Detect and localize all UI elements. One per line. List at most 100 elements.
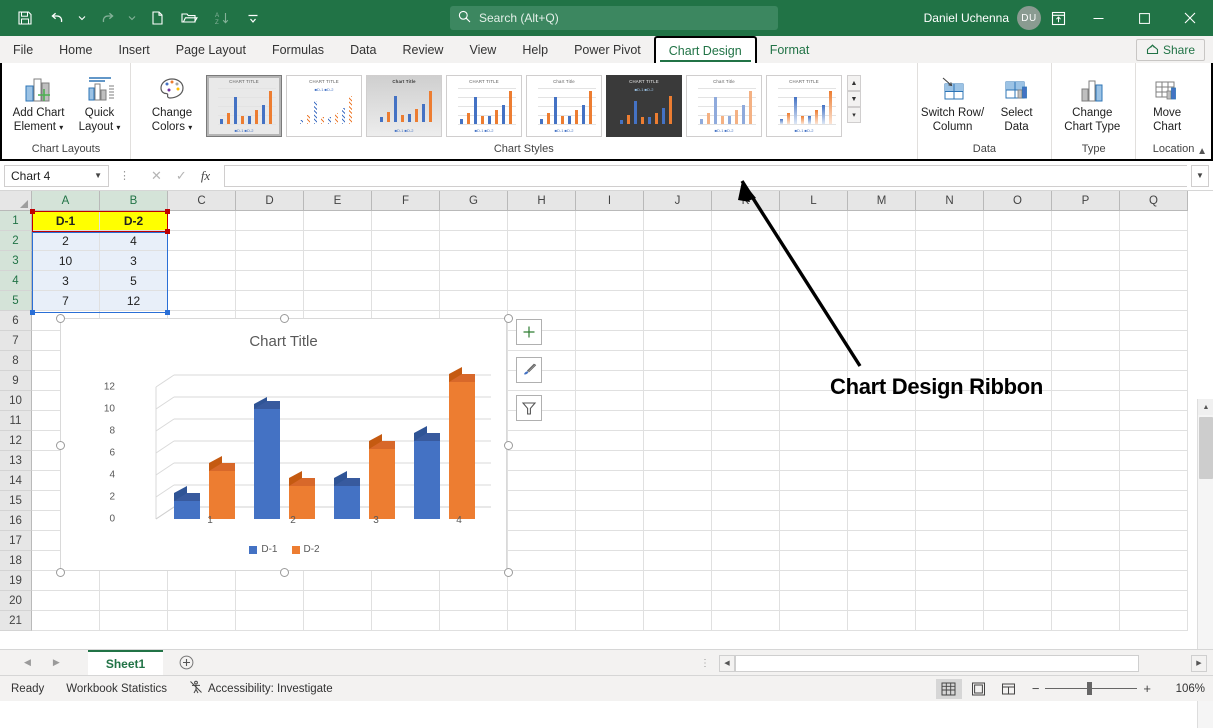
cell-G4[interactable] bbox=[440, 271, 508, 291]
tab-file[interactable]: File bbox=[0, 36, 46, 63]
cell-P20[interactable] bbox=[1052, 591, 1120, 611]
select-all-button[interactable] bbox=[0, 191, 32, 211]
selection-handle[interactable] bbox=[165, 209, 170, 214]
chart-legend[interactable]: D-1 D-2 bbox=[61, 544, 508, 555]
cell-K14[interactable] bbox=[712, 471, 780, 491]
cell-Q19[interactable] bbox=[1120, 571, 1188, 591]
open-folder-icon[interactable] bbox=[174, 5, 204, 31]
cell-J5[interactable] bbox=[644, 291, 712, 311]
chart-resize-handle[interactable] bbox=[56, 314, 65, 323]
row-header-2[interactable]: 2 bbox=[0, 231, 32, 251]
column-header-J[interactable]: J bbox=[644, 191, 712, 211]
cell-Q8[interactable] bbox=[1120, 351, 1188, 371]
gallery-more-button[interactable]: ▾ bbox=[847, 107, 861, 123]
cell-N12[interactable] bbox=[916, 431, 984, 451]
tab-view[interactable]: View bbox=[456, 36, 509, 63]
cell-L8[interactable] bbox=[780, 351, 848, 371]
chart-resize-handle[interactable] bbox=[504, 314, 513, 323]
cell-I8[interactable] bbox=[576, 351, 644, 371]
cell-Q2[interactable] bbox=[1120, 231, 1188, 251]
cell-P19[interactable] bbox=[1052, 571, 1120, 591]
sort-az-icon[interactable]: AZ bbox=[206, 5, 236, 31]
cell-H20[interactable] bbox=[508, 591, 576, 611]
cell-O7[interactable] bbox=[984, 331, 1052, 351]
chart-elements-button[interactable] bbox=[516, 319, 542, 345]
cell-P15[interactable] bbox=[1052, 491, 1120, 511]
cell-B2[interactable]: 4 bbox=[100, 231, 168, 251]
cell-P21[interactable] bbox=[1052, 611, 1120, 631]
cell-L4[interactable] bbox=[780, 271, 848, 291]
cell-N16[interactable] bbox=[916, 511, 984, 531]
cell-O13[interactable] bbox=[984, 451, 1052, 471]
cell-I7[interactable] bbox=[576, 331, 644, 351]
cell-N4[interactable] bbox=[916, 271, 984, 291]
cell-O11[interactable] bbox=[984, 411, 1052, 431]
cell-K6[interactable] bbox=[712, 311, 780, 331]
page-layout-view-button[interactable] bbox=[966, 679, 992, 699]
selection-handle[interactable] bbox=[30, 310, 35, 315]
chart-style-thumbnail[interactable]: Chart Title ■D-1 ■D-2 bbox=[366, 75, 442, 137]
cell-E21[interactable] bbox=[304, 611, 372, 631]
cell-C21[interactable] bbox=[168, 611, 236, 631]
row-header-19[interactable]: 19 bbox=[0, 571, 32, 591]
cell-L7[interactable] bbox=[780, 331, 848, 351]
cell-K2[interactable] bbox=[712, 231, 780, 251]
cell-E3[interactable] bbox=[304, 251, 372, 271]
cell-M20[interactable] bbox=[848, 591, 916, 611]
customize-qat-icon[interactable] bbox=[238, 5, 268, 31]
cell-L17[interactable] bbox=[780, 531, 848, 551]
check-icon[interactable]: ✓ bbox=[176, 168, 187, 184]
row-header-16[interactable]: 16 bbox=[0, 511, 32, 531]
cell-L20[interactable] bbox=[780, 591, 848, 611]
cell-K20[interactable] bbox=[712, 591, 780, 611]
selection-handle[interactable] bbox=[30, 209, 35, 214]
row-header-12[interactable]: 12 bbox=[0, 431, 32, 451]
cell-C3[interactable] bbox=[168, 251, 236, 271]
add-chart-element-button[interactable]: Add Chart Element ▾ bbox=[8, 67, 69, 138]
cell-E20[interactable] bbox=[304, 591, 372, 611]
cell-M3[interactable] bbox=[848, 251, 916, 271]
tab-help[interactable]: Help bbox=[509, 36, 561, 63]
cell-I18[interactable] bbox=[576, 551, 644, 571]
cell-O3[interactable] bbox=[984, 251, 1052, 271]
cell-E5[interactable] bbox=[304, 291, 372, 311]
cell-L2[interactable] bbox=[780, 231, 848, 251]
row-header-11[interactable]: 11 bbox=[0, 411, 32, 431]
cell-Q17[interactable] bbox=[1120, 531, 1188, 551]
cell-O1[interactable] bbox=[984, 211, 1052, 231]
cell-L5[interactable] bbox=[780, 291, 848, 311]
row-header-18[interactable]: 18 bbox=[0, 551, 32, 571]
cell-M7[interactable] bbox=[848, 331, 916, 351]
cell-G20[interactable] bbox=[440, 591, 508, 611]
cell-H18[interactable] bbox=[508, 551, 576, 571]
cell-K1[interactable] bbox=[712, 211, 780, 231]
cell-J21[interactable] bbox=[644, 611, 712, 631]
cell-M14[interactable] bbox=[848, 471, 916, 491]
cell-O19[interactable] bbox=[984, 571, 1052, 591]
cell-K17[interactable] bbox=[712, 531, 780, 551]
cell-P11[interactable] bbox=[1052, 411, 1120, 431]
cell-K3[interactable] bbox=[712, 251, 780, 271]
chart-resize-handle[interactable] bbox=[504, 441, 513, 450]
cell-J15[interactable] bbox=[644, 491, 712, 511]
collapse-ribbon-icon[interactable]: ▲ bbox=[1197, 146, 1207, 157]
cell-M13[interactable] bbox=[848, 451, 916, 471]
cell-E1[interactable] bbox=[304, 211, 372, 231]
accessibility-button[interactable]: Accessibility: Investigate bbox=[178, 680, 344, 697]
cell-K11[interactable] bbox=[712, 411, 780, 431]
gallery-scroll-up-button[interactable]: ▲ bbox=[847, 75, 861, 91]
cell-I5[interactable] bbox=[576, 291, 644, 311]
cell-J7[interactable] bbox=[644, 331, 712, 351]
cell-K19[interactable] bbox=[712, 571, 780, 591]
tab-review[interactable]: Review bbox=[389, 36, 456, 63]
cell-C1[interactable] bbox=[168, 211, 236, 231]
cell-J4[interactable] bbox=[644, 271, 712, 291]
row-header-4[interactable]: 4 bbox=[0, 271, 32, 291]
cell-N13[interactable] bbox=[916, 451, 984, 471]
cell-L15[interactable] bbox=[780, 491, 848, 511]
cell-N19[interactable] bbox=[916, 571, 984, 591]
cell-I6[interactable] bbox=[576, 311, 644, 331]
cell-I12[interactable] bbox=[576, 431, 644, 451]
cell-F5[interactable] bbox=[372, 291, 440, 311]
chart-title[interactable]: Chart Title bbox=[61, 319, 506, 350]
